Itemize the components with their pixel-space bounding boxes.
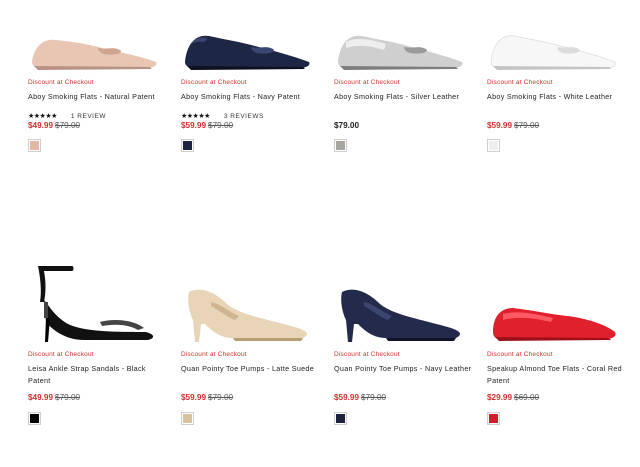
product-name[interactable]: Quan Pointy Toe Pumps - Latte Suede: [181, 363, 323, 375]
regular-price: $79.00: [334, 121, 360, 130]
promo-label: Discount at Checkout: [181, 79, 247, 86]
product-name[interactable]: Aboy Smoking Flats - White Leather: [487, 91, 629, 103]
promo-label: Discount at Checkout: [334, 351, 400, 358]
price: $49.99 $79.00: [28, 393, 80, 402]
price: $59.99 $79.00: [334, 393, 386, 402]
color-swatch[interactable]: [181, 139, 194, 152]
color-swatch[interactable]: [334, 139, 347, 152]
sandal-icon: [38, 266, 154, 342]
product-image[interactable]: [487, 262, 627, 344]
product-card[interactable]: Discount at Checkout Quan Pointy Toe Pum…: [334, 262, 474, 432]
flat-shoe-icon: [338, 35, 463, 70]
product-name[interactable]: Leisa Ankle Strap Sandals - Black Patent: [28, 363, 170, 387]
sale-price: $49.99: [28, 121, 54, 130]
promo-label: Discount at Checkout: [334, 79, 400, 86]
original-price: $79.00: [361, 393, 387, 402]
flat-shoe-icon: [493, 308, 616, 341]
original-price: $79.00: [208, 121, 234, 130]
review-count[interactable]: 3 REVIEWS: [224, 113, 264, 120]
price: $79.00: [334, 121, 359, 130]
price: $59.99 $79.00: [181, 121, 233, 130]
color-swatch[interactable]: [28, 139, 41, 152]
pump-icon: [188, 289, 307, 342]
original-price: $79.00: [55, 393, 81, 402]
color-swatch[interactable]: [487, 139, 500, 152]
product-name[interactable]: Aboy Smoking Flats - Navy Patent: [181, 91, 323, 103]
product-image[interactable]: [334, 262, 474, 344]
flat-shoe-icon: [490, 35, 616, 70]
original-price: $79.00: [55, 121, 81, 130]
sale-price: $59.99: [487, 121, 513, 130]
sale-price: $59.99: [334, 393, 360, 402]
promo-label: Discount at Checkout: [181, 351, 247, 358]
flat-shoe-icon: [32, 39, 157, 70]
color-swatch[interactable]: [28, 412, 41, 425]
product-image[interactable]: [181, 262, 321, 344]
price: $59.99 $79.00: [181, 393, 233, 402]
color-swatch[interactable]: [334, 412, 347, 425]
product-card[interactable]: Discount at Checkout Aboy Smoking Flats …: [181, 0, 321, 160]
price: $59.99 $79.00: [487, 121, 539, 130]
product-name[interactable]: Aboy Smoking Flats - Silver Leather: [334, 91, 476, 103]
promo-label: Discount at Checkout: [487, 351, 553, 358]
sale-price: $29.99: [487, 393, 513, 402]
review-count[interactable]: 1 REVIEW: [71, 113, 106, 120]
product-name[interactable]: Quan Pointy Toe Pumps - Navy Leather: [334, 363, 476, 375]
sale-price: $49.99: [28, 393, 54, 402]
promo-label: Discount at Checkout: [28, 351, 94, 358]
original-price: $79.00: [208, 393, 234, 402]
product-card[interactable]: Discount at Checkout Aboy Smoking Flats …: [487, 0, 627, 160]
sale-price: $59.99: [181, 393, 207, 402]
product-image[interactable]: [28, 262, 168, 344]
original-price: $79.00: [514, 121, 540, 130]
product-card[interactable]: Discount at Checkout Aboy Smoking Flats …: [334, 0, 474, 160]
product-name[interactable]: Speakup Almond Toe Flats - Coral Red Pat…: [487, 363, 629, 387]
sale-price: $59.99: [181, 121, 207, 130]
color-swatch[interactable]: [487, 412, 500, 425]
original-price: $69.00: [514, 393, 540, 402]
promo-label: Discount at Checkout: [28, 79, 94, 86]
star-rating-icon: ★★★★★: [28, 113, 57, 120]
product-name[interactable]: Aboy Smoking Flats - Natural Patent: [28, 91, 170, 103]
pump-icon: [341, 289, 460, 342]
color-swatch[interactable]: [181, 412, 194, 425]
product-card[interactable]: Discount at Checkout Quan Pointy Toe Pum…: [181, 262, 321, 432]
price: $29.99 $69.00: [487, 393, 539, 402]
promo-label: Discount at Checkout: [487, 79, 553, 86]
product-card[interactable]: Discount at Checkout Leisa Ankle Strap S…: [28, 262, 168, 432]
rating[interactable]: ★★★★★ 1 REVIEW: [28, 112, 106, 121]
rating[interactable]: ★★★★★ 3 REVIEWS: [181, 112, 264, 121]
price: $49.99 $79.00: [28, 121, 80, 130]
product-card[interactable]: Discount at Checkout Speakup Almond Toe …: [487, 262, 627, 432]
product-card[interactable]: Discount at Checkout Aboy Smoking Flats …: [28, 0, 168, 160]
flat-shoe-icon: [185, 35, 310, 70]
star-rating-icon: ★★★★★: [181, 113, 210, 120]
